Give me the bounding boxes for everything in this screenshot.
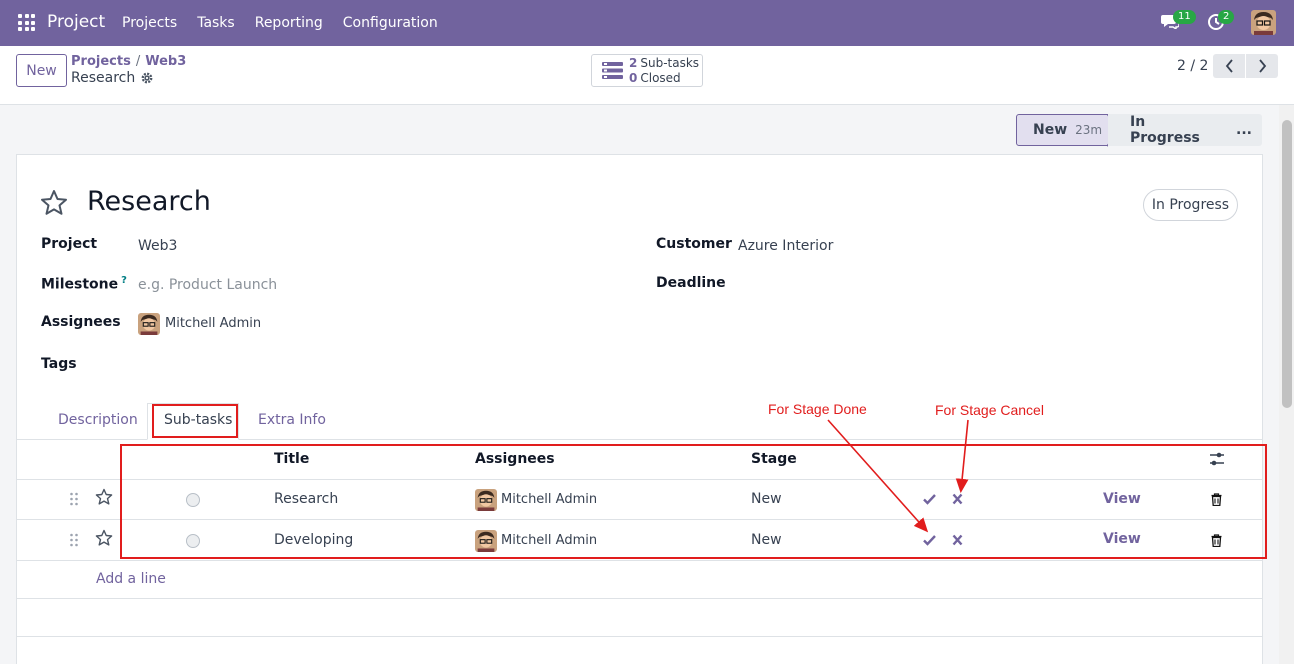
subtasks-stats: 2 Sub-tasks 0 Closed xyxy=(629,56,699,86)
project-label: Project xyxy=(41,236,98,252)
top-navbar: Project Projects Tasks Reporting Configu… xyxy=(0,0,1294,46)
deadline-label: Deadline xyxy=(656,275,726,291)
milestone-help-icon[interactable]: ? xyxy=(121,275,127,286)
task-title[interactable]: Research xyxy=(87,186,211,217)
stage-in-progress[interactable]: In Progress xyxy=(1108,114,1228,146)
assignee-avatar xyxy=(138,313,160,335)
stage-more-label: ... xyxy=(1236,122,1252,138)
row-divider xyxy=(17,598,1262,599)
stage-in-progress-label: In Progress xyxy=(1130,114,1200,146)
assignees-label: Assignees xyxy=(41,314,121,330)
tags-label: Tags xyxy=(41,356,77,372)
menu-configuration[interactable]: Configuration xyxy=(343,15,438,31)
row-divider xyxy=(17,636,1262,637)
customer-label: Customer xyxy=(656,236,732,252)
pager-previous-button[interactable] xyxy=(1213,54,1245,78)
drag-handle-icon[interactable] xyxy=(69,533,79,547)
pager-value[interactable]: 2 / 2 xyxy=(1177,58,1208,74)
closed-label: Closed xyxy=(640,70,681,85)
table-highlight-box xyxy=(120,444,1267,559)
control-panel: New Projects / Web3 Research 2 Sub-tasks 0C… xyxy=(0,46,1294,105)
user-avatar[interactable] xyxy=(1251,10,1276,35)
subtasks-label: Sub-tasks xyxy=(640,55,700,70)
breadcrumb: Projects / Web3 xyxy=(71,54,186,69)
stage-statusbar: New 23m In Progress ... xyxy=(1016,114,1262,147)
breadcrumb-current-row: Research xyxy=(71,70,153,86)
priority-star-icon[interactable] xyxy=(40,189,68,216)
subtasks-smart-button[interactable]: 2 Sub-tasks 0 Closed xyxy=(591,54,703,87)
annotation-stage-cancel: For Stage Cancel xyxy=(935,402,1044,418)
annotation-stage-done: For Stage Done xyxy=(768,401,867,417)
menu-projects[interactable]: Projects xyxy=(122,15,177,31)
customer-field[interactable]: Azure Interior xyxy=(738,238,833,254)
drag-handle-icon[interactable] xyxy=(69,492,79,506)
stage-new-label: New xyxy=(1033,122,1068,138)
add-line-link[interactable]: Add a line xyxy=(96,571,166,587)
gear-icon[interactable] xyxy=(141,72,153,84)
milestone-label: Milestone? xyxy=(41,275,127,293)
pager-next-button[interactable] xyxy=(1246,54,1278,78)
closed-count: 0 xyxy=(629,70,638,85)
breadcrumb-web3[interactable]: Web3 xyxy=(145,54,186,69)
tab-extra-info[interactable]: Extra Info xyxy=(258,412,326,428)
menu-tasks[interactable]: Tasks xyxy=(197,15,235,31)
star-icon[interactable] xyxy=(95,488,113,505)
subtasks-tab-highlight xyxy=(152,404,238,438)
chevron-right-icon xyxy=(1258,59,1266,73)
chat-count-badge: 11 xyxy=(1173,10,1196,24)
milestone-label-text: Milestone xyxy=(41,276,119,293)
scrollbar-thumb[interactable] xyxy=(1282,120,1292,408)
breadcrumb-projects[interactable]: Projects xyxy=(71,54,131,69)
main-menu: Projects Tasks Reporting Configuration xyxy=(122,15,458,31)
assignee-name[interactable]: Mitchell Admin xyxy=(165,316,261,331)
stage-more[interactable]: ... xyxy=(1216,114,1262,146)
star-icon[interactable] xyxy=(95,529,113,546)
stage-new[interactable]: New 23m xyxy=(1016,114,1119,147)
app-name[interactable]: Project xyxy=(47,12,105,32)
project-field[interactable]: Web3 xyxy=(138,238,177,254)
milestone-field[interactable]: e.g. Product Launch xyxy=(138,277,277,293)
kanban-state-pill[interactable]: In Progress xyxy=(1143,189,1238,221)
apps-grid-icon[interactable] xyxy=(18,14,35,31)
breadcrumb-separator: / xyxy=(135,54,141,69)
tasks-stack-icon xyxy=(602,62,623,79)
stage-new-duration: 23m xyxy=(1075,123,1103,137)
new-button[interactable]: New xyxy=(16,54,67,87)
row-divider xyxy=(17,560,1262,561)
subtasks-count: 2 xyxy=(629,55,638,70)
activity-count-badge: 2 xyxy=(1218,10,1235,24)
tab-description[interactable]: Description xyxy=(58,412,138,428)
chevron-left-icon xyxy=(1225,59,1233,73)
breadcrumb-current: Research xyxy=(71,70,136,86)
menu-reporting[interactable]: Reporting xyxy=(255,15,323,31)
